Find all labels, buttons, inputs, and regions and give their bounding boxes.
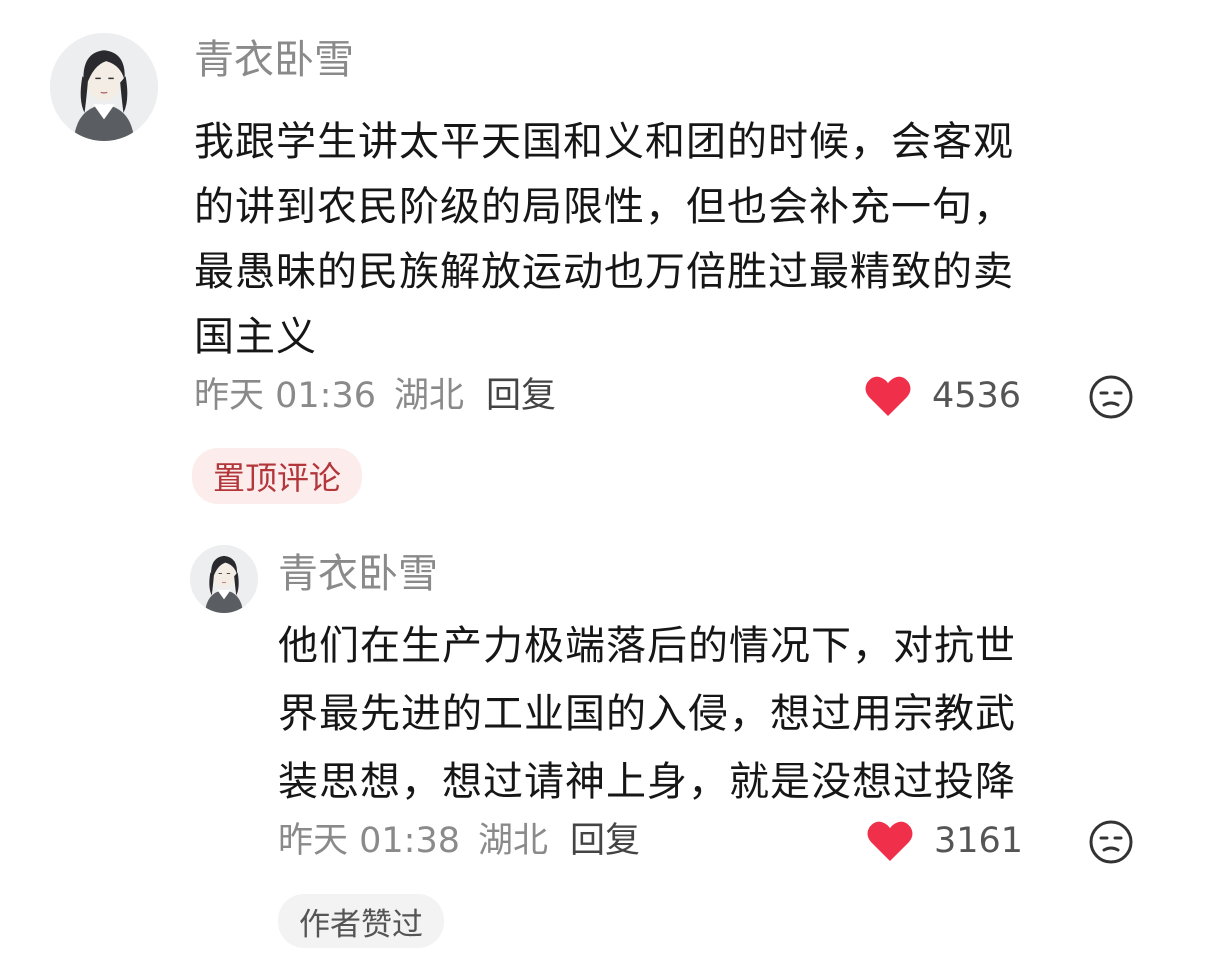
heart-icon [865, 376, 911, 416]
comment-main: 青衣卧雪 我跟学生讲太平天国和义和团的时候，会客观 的讲到农民阶级的局限性，但也… [0, 0, 1206, 520]
comment-line: 界最先进的工业国的入侵，想过用宗教武 [278, 691, 1016, 737]
author-liked-badge: 作者赞过 [278, 894, 444, 948]
dislike-button[interactable] [1088, 374, 1134, 420]
pinned-badge-label: 置顶评论 [212, 459, 341, 497]
timestamp: 昨天 01:36 [194, 376, 376, 416]
dislike-face-icon [1089, 820, 1133, 864]
reply-button[interactable]: 回复 [570, 821, 640, 861]
username[interactable]: 青衣卧雪 [194, 34, 354, 86]
heart-icon [867, 821, 913, 861]
avatar[interactable] [190, 545, 258, 613]
avatar-portrait-icon [50, 33, 158, 141]
comment-line: 我跟学生讲太平天国和义和团的时候，会客观 [194, 119, 1014, 165]
comment-meta: 昨天 01:36 湖北 回复 [194, 373, 574, 419]
like-count: 3161 [934, 821, 1024, 861]
comment-line: 国主义 [194, 314, 317, 360]
comment-line: 装思想，想过请神上身，就是没想过投降 [278, 759, 1016, 805]
timestamp: 昨天 01:38 [278, 821, 460, 861]
dislike-face-icon [1089, 375, 1133, 419]
comment-text: 我跟学生讲太平天国和义和团的时候，会客观 的讲到农民阶级的局限性，但也会补充一句… [194, 110, 1014, 370]
comment-meta: 昨天 01:38 湖北 回复 [278, 818, 658, 864]
comment-reply: 青衣卧雪 他们在生产力极端落后的情况下，对抗世 界最先进的工业国的入侵，想过用宗… [0, 520, 1206, 964]
like-count: 4536 [932, 376, 1022, 416]
dislike-button[interactable] [1088, 819, 1134, 865]
comment-line: 的讲到农民阶级的局限性，但也会补充一句， [194, 184, 1014, 230]
pinned-badge: 置顶评论 [192, 448, 362, 504]
reply-button[interactable]: 回复 [486, 376, 556, 416]
location: 湖北 [478, 821, 549, 861]
like-button[interactable]: 3161 [866, 818, 1023, 864]
comment-text: 他们在生产力极端落后的情况下，对抗世 界最先进的工业国的入侵，想过用宗教武 装思… [278, 612, 1016, 816]
comment-line: 最愚昧的民族解放运动也万倍胜过最精致的卖 [194, 249, 1014, 295]
like-button[interactable]: 4536 [864, 373, 1021, 419]
username[interactable]: 青衣卧雪 [278, 548, 438, 600]
author-liked-badge-label: 作者赞过 [299, 906, 423, 943]
comment-line: 他们在生产力极端落后的情况下，对抗世 [278, 623, 1016, 669]
avatar[interactable] [50, 33, 158, 141]
location: 湖北 [394, 376, 465, 416]
avatar-portrait-icon [190, 545, 258, 613]
